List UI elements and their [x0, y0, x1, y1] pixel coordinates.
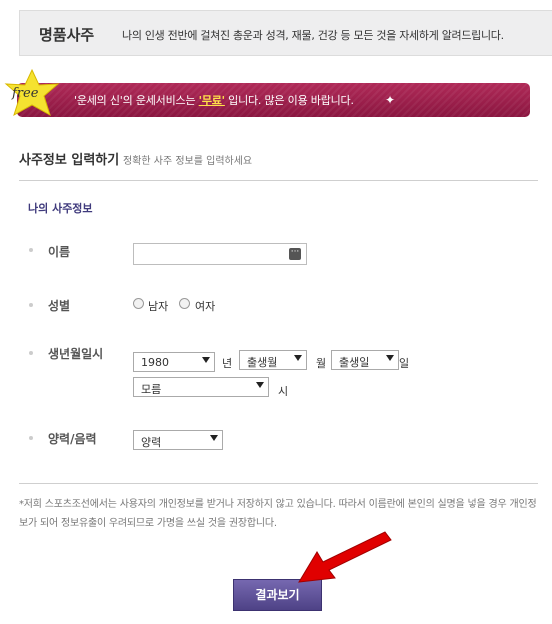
- calendar-select[interactable]: 양력: [133, 430, 223, 450]
- banner-text: '운세의 신'의 운세서비스는 '무료' 입니다. 많은 이용 바랍니다.: [74, 94, 354, 107]
- hour-select[interactable]: 모름: [133, 377, 269, 397]
- female-radio[interactable]: [179, 298, 190, 309]
- divider: [19, 180, 538, 181]
- divider: [19, 483, 538, 484]
- section-subtitle: 정확한 사주 정보를 입력하세요: [123, 156, 253, 167]
- page-title: 명품사주: [39, 26, 95, 44]
- chevron-down-icon: [210, 435, 218, 441]
- my-info-label: 나의 사주정보: [28, 202, 93, 215]
- keyboard-icon[interactable]: ···: [289, 248, 301, 260]
- bullet-icon: [29, 303, 33, 307]
- male-label[interactable]: 남자: [148, 298, 168, 314]
- year-unit: 년: [222, 357, 233, 370]
- bullet-icon: [29, 436, 33, 440]
- year-select[interactable]: 1980: [133, 352, 215, 372]
- birth-label: 생년월일시: [48, 347, 104, 361]
- bullet-icon: [29, 351, 33, 355]
- header-bar: 명품사주 나의 인생 전반에 걸쳐진 총운과 성격, 재물, 건강 등 모든 것…: [19, 10, 552, 56]
- bullet-icon: [29, 248, 33, 252]
- calendar-label: 양력/음력: [48, 432, 97, 446]
- banner-highlight: '무료': [198, 94, 225, 107]
- chevron-down-icon: [256, 382, 264, 388]
- month-select[interactable]: 출생월: [239, 350, 307, 370]
- day-unit: 일: [399, 357, 410, 370]
- chevron-down-icon: [202, 357, 210, 363]
- privacy-notice: *저희 스포츠조선에서는 사용자의 개인정보를 받거나 저장하지 않고 있습니다…: [19, 499, 537, 529]
- name-label: 이름: [48, 245, 71, 259]
- free-service-banner: '운세의 신'의 운세서비스는 '무료' 입니다. 많은 이용 바랍니다. ✦: [17, 83, 530, 117]
- page-description: 나의 인생 전반에 걸쳐진 총운과 성격, 재물, 건강 등 모든 것을 자세하…: [122, 29, 504, 42]
- day-select[interactable]: 출생일: [331, 350, 399, 370]
- chevron-down-icon: [386, 355, 394, 361]
- female-label[interactable]: 여자: [195, 298, 215, 314]
- male-radio[interactable]: [133, 298, 144, 309]
- hour-unit: 시: [278, 385, 289, 398]
- month-unit: 월: [316, 357, 327, 370]
- free-badge-label: free: [12, 86, 39, 101]
- chevron-down-icon: [294, 355, 302, 361]
- gender-label: 성별: [48, 299, 71, 313]
- sparkle-icon: ✦: [384, 93, 396, 107]
- section-title: 사주정보 입력하기: [19, 153, 120, 168]
- name-input[interactable]: ···: [133, 243, 307, 265]
- red-arrow-icon: [298, 531, 392, 583]
